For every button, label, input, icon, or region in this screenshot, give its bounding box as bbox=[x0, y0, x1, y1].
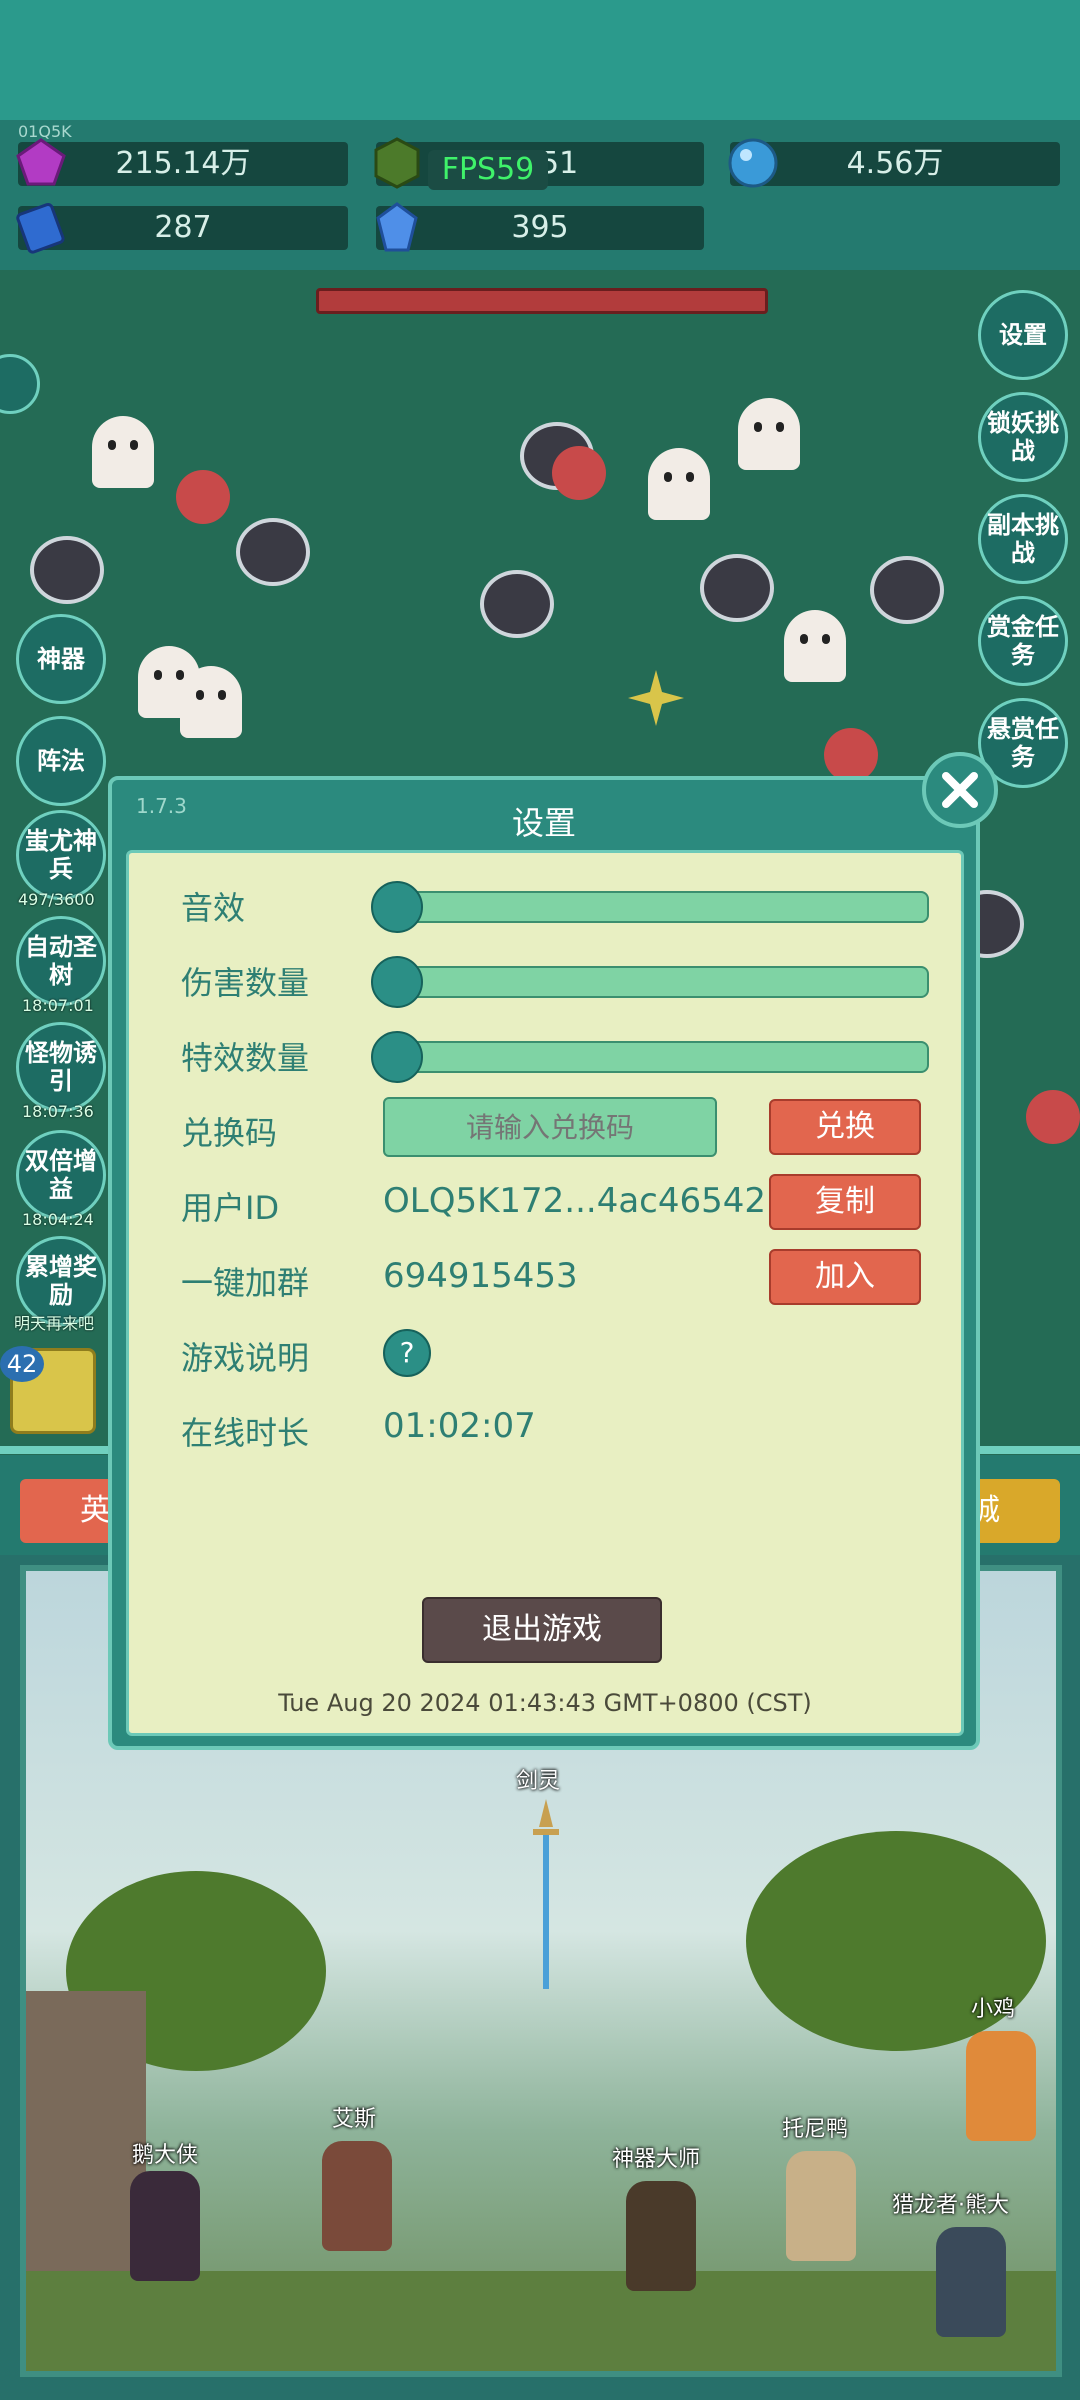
group-number-value: 694915453 bbox=[383, 1256, 578, 1296]
hero-name-sword-spirit: 剑灵 bbox=[516, 1769, 561, 1794]
red-demon-monster bbox=[552, 446, 606, 500]
side-button-monster-lure[interactable]: 怪物诱引 bbox=[16, 1022, 106, 1112]
user-id-label: 用户ID bbox=[181, 1189, 280, 1227]
hero-aisi[interactable] bbox=[322, 2141, 392, 2251]
side-button-bounty-task[interactable]: 赏金任务 bbox=[978, 596, 1068, 686]
crystal-amount: 395 bbox=[376, 206, 704, 250]
side-button-formation[interactable]: 阵法 bbox=[16, 716, 106, 806]
red-demon-monster bbox=[176, 470, 230, 524]
damage-count-label: 伤害数量 bbox=[181, 964, 310, 1002]
fps-counter: FPS59 bbox=[428, 150, 548, 190]
status-bar-area bbox=[0, 0, 1080, 120]
side-button-auto-tree[interactable]: 自动圣树 bbox=[16, 916, 106, 1006]
auto-tree-timer: 18:07:01 bbox=[22, 996, 94, 1015]
item-level-badge: 42 bbox=[0, 1346, 44, 1382]
join-button[interactable]: 加入 bbox=[769, 1249, 921, 1305]
boss-health-bar bbox=[316, 288, 768, 314]
join-group-label: 一键加群 bbox=[181, 1264, 310, 1302]
game-help-label: 游戏说明 bbox=[181, 1339, 310, 1377]
eye-monster bbox=[870, 556, 944, 624]
side-button-chiyou-weapon[interactable]: 蚩尤神兵 bbox=[16, 810, 106, 900]
sword-icon[interactable] bbox=[531, 1799, 561, 1989]
hero-dragon-hunter[interactable] bbox=[936, 2227, 1006, 2337]
damage-count-slider-knob[interactable] bbox=[371, 956, 423, 1008]
exit-game-button[interactable]: 退出游戏 bbox=[422, 1597, 662, 1663]
user-id-value: OLQ5K172...4ac46542 bbox=[383, 1181, 767, 1221]
red-demon-monster bbox=[824, 728, 878, 782]
effect-count-slider[interactable] bbox=[371, 1031, 929, 1083]
effect-count-slider-knob[interactable] bbox=[371, 1031, 423, 1083]
blue-book-icon bbox=[16, 202, 65, 254]
red-demon-monster bbox=[1026, 1090, 1080, 1144]
eye-monster bbox=[480, 570, 554, 638]
side-button-double-buff[interactable]: 双倍增益 bbox=[16, 1130, 106, 1220]
eye-monster bbox=[236, 518, 310, 586]
eye-monster bbox=[30, 536, 104, 604]
hero-name-artifact-master: 神器大师 bbox=[612, 2147, 701, 2172]
damage-count-slider[interactable] bbox=[371, 956, 929, 1008]
sound-slider[interactable] bbox=[371, 881, 929, 933]
side-button-settings[interactable]: 设置 bbox=[978, 290, 1068, 380]
help-icon[interactable]: ? bbox=[383, 1329, 431, 1377]
dialog-title: 设置 bbox=[511, 804, 576, 842]
side-button-dungeon-challenge[interactable]: 副本挑战 bbox=[978, 494, 1068, 584]
close-button[interactable] bbox=[922, 752, 998, 828]
shuriken-icon bbox=[628, 670, 684, 726]
ghost-monster bbox=[180, 666, 242, 738]
hero-name-aisi: 艾斯 bbox=[332, 2107, 377, 2132]
ghost-monster bbox=[784, 610, 846, 682]
eye-monster bbox=[700, 554, 774, 622]
accumulated-reward-status: 明天再来吧 bbox=[14, 1314, 95, 1333]
ghost-monster bbox=[738, 398, 800, 470]
redeem-button[interactable]: 兑换 bbox=[769, 1099, 921, 1155]
copy-button[interactable]: 复制 bbox=[769, 1174, 921, 1230]
blue-orb-icon bbox=[728, 138, 778, 188]
sound-label: 音效 bbox=[181, 889, 246, 927]
monster-lure-timer: 18:07:36 bbox=[22, 1102, 94, 1121]
hero-name-little-chicken: 小鸡 bbox=[971, 1997, 1016, 2022]
settings-dialog: 1.7.3 设置 音效 伤害数量 特效数量 兑换码 兑换 用户ID OLQ5K1… bbox=[108, 776, 980, 1750]
side-button-demon-challenge[interactable]: 锁妖挑战 bbox=[978, 392, 1068, 482]
hero-goose-knight[interactable] bbox=[130, 2171, 200, 2281]
redeem-code-label: 兑换码 bbox=[181, 1114, 278, 1152]
timestamp: Tue Aug 20 2024 01:43:43 GMT+0800 (CST) bbox=[278, 1689, 812, 1717]
double-buff-timer: 18:04:24 bbox=[22, 1210, 94, 1229]
effect-count-label: 特效数量 bbox=[181, 1039, 310, 1077]
hero-name-goose-knight: 鹅大侠 bbox=[132, 2143, 199, 2168]
ghost-monster bbox=[92, 416, 154, 488]
side-button-artifact[interactable]: 神器 bbox=[16, 614, 106, 704]
ghost-monster bbox=[648, 448, 710, 520]
hero-artifact-master[interactable] bbox=[626, 2181, 696, 2291]
resource-panel: 01Q5K 215.14万 1351 FPS59 4.56万 287 395 bbox=[0, 120, 1080, 270]
settings-panel: 音效 伤害数量 特效数量 兑换码 兑换 用户ID OLQ5K172...4ac4… bbox=[126, 850, 964, 1736]
close-icon bbox=[942, 772, 978, 808]
ground bbox=[26, 2271, 1056, 2371]
chiyou-weapon-timer: 497/3600 bbox=[18, 890, 95, 909]
blue-crystal-icon bbox=[376, 202, 418, 252]
purple-gem-icon bbox=[16, 138, 66, 186]
online-time-value: 01:02:07 bbox=[383, 1406, 536, 1446]
hero-name-dragon-hunter: 猎龙者·熊大 bbox=[892, 2193, 1009, 2218]
hero-tony-duck[interactable] bbox=[786, 2151, 856, 2261]
redeem-code-input[interactable] bbox=[383, 1097, 717, 1157]
hero-little-chicken[interactable] bbox=[966, 2031, 1036, 2141]
online-time-label: 在线时长 bbox=[181, 1414, 310, 1452]
hero-name-tony-duck: 托尼鸭 bbox=[782, 2117, 849, 2142]
sound-slider-knob[interactable] bbox=[371, 881, 423, 933]
sleep-icon[interactable] bbox=[0, 354, 40, 414]
green-gem-icon bbox=[374, 137, 420, 189]
